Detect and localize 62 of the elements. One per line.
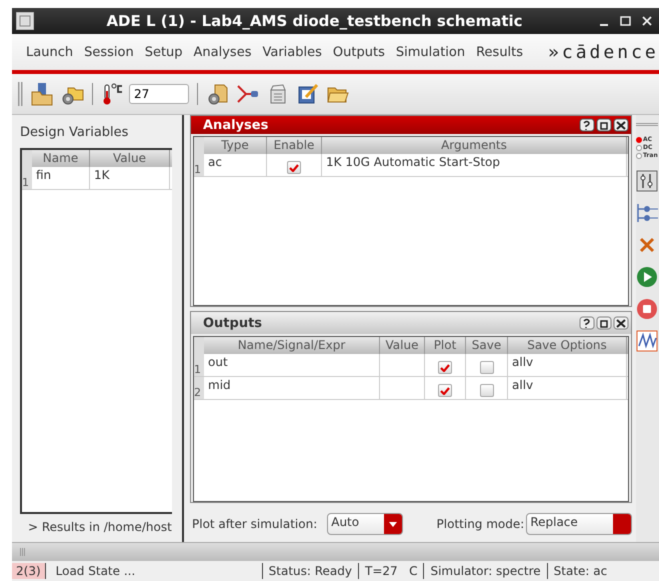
menu-item[interactable]: Launch <box>26 44 74 60</box>
row-number: 1 <box>194 354 204 376</box>
table-cell: out <box>204 354 380 376</box>
temperature-status: T=27 C <box>359 563 424 579</box>
plot-after-simulation-dropdown[interactable]: Auto <box>327 513 403 535</box>
table-cell: allv <box>508 377 627 399</box>
status-message: Load State ... <box>46 563 263 579</box>
table-cell: allv <box>508 354 627 376</box>
plot-after-simulation-label: Plot after simulation: <box>192 517 318 531</box>
plotting-mode-label: Plotting mode: <box>436 517 524 531</box>
table-corner <box>194 137 204 154</box>
table-cell: fin <box>32 167 90 189</box>
row-number: 2 <box>194 377 204 399</box>
status-text: Status: Ready <box>262 563 359 579</box>
plot-checkbox[interactable] <box>438 384 452 397</box>
table-cell: 1K <box>90 167 170 189</box>
plotting-mode-dropdown[interactable]: Replace <box>526 513 632 535</box>
panel-title: Outputs <box>203 316 262 330</box>
panel-title: Design Variables <box>19 125 130 140</box>
cadence-logo: »cādence <box>548 42 659 62</box>
folder-document-icon[interactable] <box>30 82 54 106</box>
row-number: 1 <box>194 154 204 176</box>
edit-form-icon[interactable] <box>296 82 320 106</box>
panel-controls-icon[interactable] <box>579 118 629 132</box>
save-checkbox[interactable] <box>480 384 494 397</box>
scroll-grip-icon <box>20 548 26 556</box>
gear-document-icon[interactable] <box>206 82 230 106</box>
table-cell: mid <box>204 377 380 399</box>
menu-item[interactable]: Simulation <box>396 44 466 60</box>
menu-item[interactable]: Setup <box>144 44 183 60</box>
menu-item[interactable]: Outputs <box>332 44 385 60</box>
panel-controls-icon[interactable] <box>579 316 629 330</box>
menu-item[interactable]: Analyses <box>194 44 252 60</box>
menu-item[interactable]: Session <box>84 44 134 60</box>
app-icon <box>16 12 34 30</box>
caret-icon <box>388 522 397 526</box>
netlist-icon[interactable] <box>636 202 658 224</box>
panel-title: Analyses <box>203 118 268 132</box>
thermometer-icon <box>101 82 123 106</box>
table-cell: ac <box>204 154 267 176</box>
enable-checkbox[interactable] <box>287 161 301 174</box>
stop-icon[interactable] <box>636 298 658 320</box>
status-count: 2(3) <box>12 563 46 579</box>
waveform-icon[interactable] <box>636 330 658 352</box>
menu-item[interactable]: Results <box>476 44 524 60</box>
results-path: > Results in /home/host <box>27 519 173 536</box>
menu-item[interactable]: Variables <box>262 44 322 60</box>
row-number: 1 <box>22 167 32 189</box>
simulator-status: Simulator: spectre <box>424 563 548 579</box>
tuning-icon[interactable] <box>636 170 658 192</box>
table-corner <box>22 150 32 167</box>
table-corner <box>194 337 204 354</box>
temperature-field[interactable]: 27 <box>129 84 189 104</box>
toolbar-grip-icon <box>18 82 24 106</box>
plot-checkbox[interactable] <box>438 361 452 374</box>
toolbar-grip-icon <box>636 123 658 126</box>
scroll-bar[interactable] <box>12 542 659 561</box>
table-cell: 1K 10G Automatic Start-Stop <box>322 154 627 176</box>
state-status: State: ac <box>552 563 608 579</box>
save-checkbox[interactable] <box>480 361 494 374</box>
window-title: ADE L (1) - Lab4_AMS diode_testbench schematic <box>105 12 524 30</box>
run-icon[interactable] <box>636 266 658 288</box>
